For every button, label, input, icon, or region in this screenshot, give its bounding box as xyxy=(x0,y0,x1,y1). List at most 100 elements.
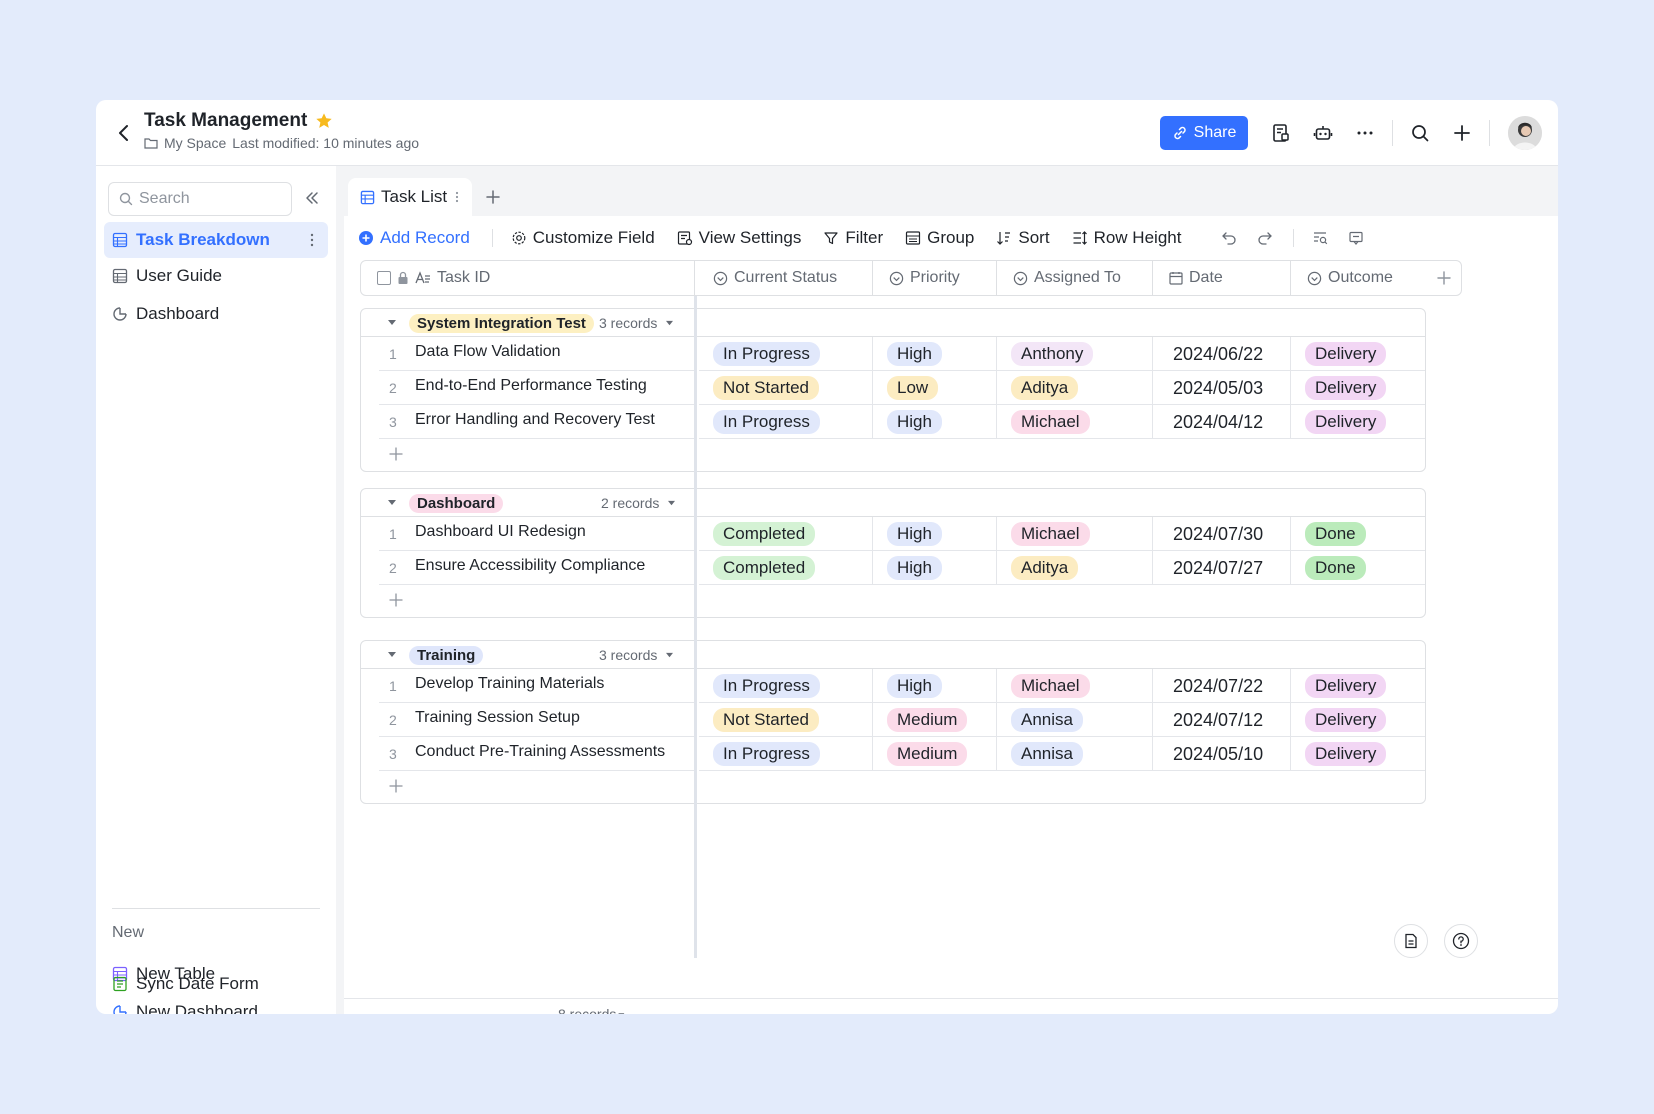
task-id-cell[interactable]: Ensure Accessibility Compliance xyxy=(415,557,645,575)
back-button[interactable] xyxy=(112,120,136,146)
task-id-cell[interactable]: Error Handling and Recovery Test xyxy=(415,411,655,429)
task-id-cell[interactable]: Data Flow Validation xyxy=(415,343,561,361)
date-cell[interactable]: 2024/05/10 xyxy=(1153,737,1291,771)
priority-cell[interactable]: High xyxy=(873,337,997,371)
add-row-icon[interactable] xyxy=(389,593,403,607)
redo-button[interactable] xyxy=(1257,230,1273,246)
sort-button[interactable]: Sort xyxy=(996,228,1050,248)
group-header[interactable]: Training 3 records xyxy=(361,641,1425,669)
find-button[interactable] xyxy=(1312,230,1328,246)
comment-button[interactable] xyxy=(1348,230,1364,246)
group-header[interactable]: Dashboard 2 records xyxy=(361,489,1425,517)
add-column-icon[interactable] xyxy=(1435,269,1453,287)
task-id-cell[interactable]: End-to-End Performance Testing xyxy=(415,377,647,395)
tab-task-list[interactable]: Task List xyxy=(348,178,472,216)
sync-date-form-button[interactable]: Sync Date Form xyxy=(104,966,328,1002)
assigned-cell[interactable]: Michael xyxy=(997,405,1153,439)
assigned-cell[interactable]: Anthony xyxy=(997,337,1153,371)
priority-cell[interactable]: Medium xyxy=(873,703,997,737)
priority-cell[interactable]: High xyxy=(873,551,997,585)
group-count[interactable]: 2 records xyxy=(601,495,676,511)
add-tab-icon[interactable] xyxy=(484,188,502,206)
column-outcome[interactable]: Outcome xyxy=(1291,261,1425,295)
status-cell[interactable]: Completed xyxy=(699,551,873,585)
add-record-button[interactable]: Add Record xyxy=(358,228,470,248)
form-button[interactable] xyxy=(1260,112,1302,154)
outcome-cell[interactable]: Delivery xyxy=(1291,669,1425,703)
table-row[interactable]: 2 Training Session Setup Not Started Medium… xyxy=(361,703,1425,737)
sidebar-item-user-guide[interactable]: User Guide xyxy=(104,258,328,294)
notes-button[interactable] xyxy=(1394,924,1428,958)
search-button[interactable] xyxy=(1399,112,1441,154)
group-header[interactable]: System Integration Test 3 records xyxy=(361,309,1425,337)
outcome-cell[interactable]: Delivery xyxy=(1291,371,1425,405)
column-priority[interactable]: Priority xyxy=(873,261,997,295)
assigned-cell[interactable]: Annisa xyxy=(997,703,1153,737)
table-row[interactable]: 3 Conduct Pre-Training Assessments In Prog… xyxy=(361,737,1425,771)
table-row[interactable]: 1 Develop Training Materials In Progress Hi… xyxy=(361,669,1425,703)
add-row-icon[interactable] xyxy=(389,447,403,461)
status-cell[interactable]: In Progress xyxy=(699,669,873,703)
assigned-cell[interactable]: Michael xyxy=(997,517,1153,551)
status-cell[interactable]: Not Started xyxy=(699,371,873,405)
priority-cell[interactable]: High xyxy=(873,669,997,703)
priority-cell[interactable]: High xyxy=(873,405,997,439)
assigned-cell[interactable]: Annisa xyxy=(997,737,1153,771)
task-id-cell[interactable]: Training Session Setup xyxy=(415,709,580,727)
frozen-column-divider[interactable] xyxy=(694,296,697,958)
assigned-cell[interactable]: Michael xyxy=(997,669,1153,703)
row-height-button[interactable]: Row Height xyxy=(1072,228,1181,248)
avatar[interactable] xyxy=(1508,116,1542,150)
caret-down-icon[interactable] xyxy=(387,319,397,327)
share-button[interactable]: Share xyxy=(1160,116,1248,150)
create-button[interactable] xyxy=(1441,112,1483,154)
space-link[interactable]: My Space xyxy=(164,135,226,151)
view-settings-button[interactable]: View Settings xyxy=(677,228,801,248)
customize-field-button[interactable]: Customize Field xyxy=(511,228,655,248)
table-row[interactable]: 1 Dashboard UI Redesign Completed High Micha… xyxy=(361,517,1425,551)
task-id-cell[interactable]: Dashboard UI Redesign xyxy=(415,523,586,541)
table-row[interactable]: 2 End-to-End Performance Testing Not Start… xyxy=(361,371,1425,405)
task-id-cell[interactable]: Develop Training Materials xyxy=(415,675,604,693)
status-cell[interactable]: In Progress xyxy=(699,405,873,439)
date-cell[interactable]: 2024/07/30 xyxy=(1153,517,1291,551)
star-icon[interactable] xyxy=(315,112,333,130)
column-current-status[interactable]: Current Status xyxy=(697,261,873,295)
status-cell[interactable]: In Progress xyxy=(699,337,873,371)
task-id-cell[interactable]: Conduct Pre-Training Assessments xyxy=(415,743,665,761)
date-cell[interactable]: 2024/07/27 xyxy=(1153,551,1291,585)
table-row[interactable]: 2 Ensure Accessibility Compliance Complete… xyxy=(361,551,1425,585)
table-row[interactable]: 3 Error Handling and Recovery Test In Prog… xyxy=(361,405,1425,439)
more-vertical-icon[interactable] xyxy=(453,189,461,205)
help-button[interactable] xyxy=(1444,924,1478,958)
outcome-cell[interactable]: Delivery xyxy=(1291,405,1425,439)
date-cell[interactable]: 2024/04/12 xyxy=(1153,405,1291,439)
assigned-cell[interactable]: Aditya xyxy=(997,371,1153,405)
undo-button[interactable] xyxy=(1221,230,1237,246)
record-count[interactable]: 8 records▼ xyxy=(558,1006,626,1014)
outcome-cell[interactable]: Done xyxy=(1291,517,1425,551)
caret-down-icon[interactable] xyxy=(387,651,397,659)
status-cell[interactable]: Completed xyxy=(699,517,873,551)
date-cell[interactable]: 2024/05/03 xyxy=(1153,371,1291,405)
priority-cell[interactable]: Medium xyxy=(873,737,997,771)
sidebar-item-dashboard[interactable]: Dashboard xyxy=(104,296,328,332)
status-cell[interactable]: In Progress xyxy=(699,737,873,771)
search-input[interactable]: Search xyxy=(108,182,292,216)
caret-down-icon[interactable] xyxy=(387,499,397,507)
outcome-cell[interactable]: Done xyxy=(1291,551,1425,585)
group-button[interactable]: Group xyxy=(905,228,974,248)
more-button[interactable] xyxy=(1344,112,1386,154)
outcome-cell[interactable]: Delivery xyxy=(1291,703,1425,737)
outcome-cell[interactable]: Delivery xyxy=(1291,337,1425,371)
priority-cell[interactable]: Low xyxy=(873,371,997,405)
group-count[interactable]: 3 records xyxy=(599,647,674,663)
add-row-icon[interactable] xyxy=(389,779,403,793)
more-vertical-icon[interactable] xyxy=(304,231,320,249)
date-cell[interactable]: 2024/06/22 xyxy=(1153,337,1291,371)
priority-cell[interactable]: High xyxy=(873,517,997,551)
table-row[interactable]: 1 Data Flow Validation In Progress High Anth… xyxy=(361,337,1425,371)
sidebar-item-task-breakdown[interactable]: Task Breakdown xyxy=(104,222,328,258)
date-cell[interactable]: 2024/07/12 xyxy=(1153,703,1291,737)
select-all-checkbox[interactable] xyxy=(377,271,391,285)
